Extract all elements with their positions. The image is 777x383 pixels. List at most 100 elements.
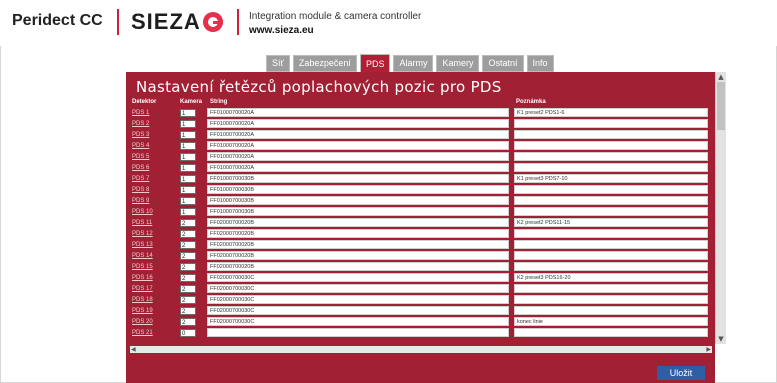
camera-input[interactable]: 2: [180, 285, 196, 293]
camera-input[interactable]: 0: [180, 329, 196, 337]
camera-input[interactable]: 1: [180, 164, 196, 172]
detector-link[interactable]: PDS 15: [132, 262, 176, 272]
detector-link[interactable]: PDS 18: [132, 295, 176, 305]
detector-link[interactable]: PDS 14: [132, 251, 176, 261]
detector-link[interactable]: PDS 3: [132, 130, 176, 140]
string-input[interactable]: FF01000700020A: [207, 119, 509, 128]
string-input[interactable]: FF02000700030C: [207, 317, 509, 326]
detector-link[interactable]: PDS 10: [132, 207, 176, 217]
camera-input[interactable]: 1: [180, 131, 196, 139]
detector-link[interactable]: PDS 2: [132, 119, 176, 129]
detector-link[interactable]: PDS 1: [132, 108, 176, 118]
note-input[interactable]: [514, 141, 708, 150]
string-input[interactable]: FF02000700020B: [207, 240, 509, 249]
string-input[interactable]: FF01000700020A: [207, 108, 509, 117]
note-input[interactable]: [514, 207, 708, 216]
note-input[interactable]: K1 preset3 PDS7-10: [514, 174, 708, 183]
camera-input[interactable]: 2: [180, 252, 196, 260]
string-input[interactable]: FF01000700030B: [207, 174, 509, 183]
string-input[interactable]: FF01000700020A: [207, 141, 509, 150]
tab-zabezpečení[interactable]: Zabezpečení: [292, 55, 357, 72]
detector-link[interactable]: PDS 21: [132, 328, 176, 338]
camera-input[interactable]: 2: [180, 241, 196, 249]
string-input[interactable]: FF01000700020A: [207, 163, 509, 172]
note-input[interactable]: [514, 119, 708, 128]
detector-link[interactable]: PDS 11: [132, 218, 176, 228]
camera-input[interactable]: 1: [180, 175, 196, 183]
note-input[interactable]: [514, 163, 708, 172]
triangle-right-icon[interactable]: ▶: [706, 346, 711, 353]
note-input[interactable]: [514, 240, 708, 249]
string-input[interactable]: FF01000700030B: [207, 196, 509, 205]
camera-input[interactable]: 1: [180, 120, 196, 128]
note-input[interactable]: [514, 306, 708, 315]
detector-link[interactable]: PDS 19: [132, 306, 176, 316]
string-input[interactable]: FF02000700020B: [207, 262, 509, 271]
camera-input[interactable]: 1: [180, 208, 196, 216]
triangle-down-icon[interactable]: ▼: [717, 335, 725, 343]
note-input[interactable]: [514, 295, 708, 304]
triangle-up-icon[interactable]: ▲: [717, 73, 725, 81]
camera-input[interactable]: 1: [180, 153, 196, 161]
string-input[interactable]: FF01000700030B: [207, 207, 509, 216]
note-input[interactable]: [514, 262, 708, 271]
note-input[interactable]: K2 preset2 PDS11-15: [514, 218, 708, 227]
string-input[interactable]: FF01000700020A: [207, 130, 509, 139]
detector-link[interactable]: PDS 9: [132, 196, 176, 206]
camera-input[interactable]: 2: [180, 274, 196, 282]
triangle-left-icon[interactable]: ◀: [131, 346, 136, 353]
camera-input[interactable]: 1: [180, 197, 196, 205]
note-input[interactable]: [514, 251, 708, 260]
camera-input[interactable]: 2: [180, 263, 196, 271]
tab-síť[interactable]: Síť: [266, 55, 290, 72]
tab-alarmy[interactable]: Alarmy: [393, 55, 434, 72]
camera-input[interactable]: 2: [180, 307, 196, 315]
string-input[interactable]: FF02000700030C: [207, 295, 509, 304]
detector-link[interactable]: PDS 20: [132, 317, 176, 327]
string-input[interactable]: FF02000700030C: [207, 306, 509, 315]
string-input[interactable]: FF02000700030C: [207, 284, 509, 293]
horizontal-scrollbar[interactable]: ◀ ▶: [130, 346, 712, 353]
detector-link[interactable]: PDS 16: [132, 273, 176, 283]
column-header-poznamka: Poznámka: [516, 99, 546, 105]
tab-ostatní[interactable]: Ostatní: [482, 55, 524, 72]
camera-input[interactable]: 2: [180, 219, 196, 227]
tab-pds[interactable]: PDS: [359, 54, 391, 73]
camera-input[interactable]: 2: [180, 296, 196, 304]
string-input[interactable]: FF02000700020B: [207, 218, 509, 227]
detector-link[interactable]: PDS 8: [132, 185, 176, 195]
detector-link[interactable]: PDS 5: [132, 152, 176, 162]
camera-input[interactable]: 2: [180, 318, 196, 326]
detector-link[interactable]: PDS 6: [132, 163, 176, 173]
camera-input[interactable]: 1: [180, 142, 196, 150]
detector-link[interactable]: PDS 13: [132, 240, 176, 250]
string-input[interactable]: FF02000700030C: [207, 273, 509, 282]
note-input[interactable]: [514, 196, 708, 205]
detector-link[interactable]: PDS 17: [132, 284, 176, 294]
save-button[interactable]: Uložit: [657, 366, 705, 380]
scrollbar-thumb[interactable]: [717, 82, 725, 130]
note-input[interactable]: K2 preset3 PDS16-20: [514, 273, 708, 282]
camera-input[interactable]: 2: [180, 230, 196, 238]
camera-input[interactable]: 1: [180, 109, 196, 117]
note-input[interactable]: [514, 185, 708, 194]
note-input[interactable]: [514, 284, 708, 293]
string-input[interactable]: FF01000700020A: [207, 152, 509, 161]
note-input[interactable]: [514, 328, 708, 337]
tab-info[interactable]: Info: [526, 55, 554, 72]
note-input[interactable]: [514, 229, 708, 238]
tab-kamery[interactable]: Kamery: [436, 55, 480, 72]
detector-link[interactable]: PDS 4: [132, 141, 176, 151]
camera-input[interactable]: 1: [180, 186, 196, 194]
detector-link[interactable]: PDS 12: [132, 229, 176, 239]
vertical-scrollbar[interactable]: ▲ ▼: [715, 72, 726, 344]
string-input[interactable]: [207, 328, 509, 337]
string-input[interactable]: FF02000700020B: [207, 251, 509, 260]
string-input[interactable]: FF02000700020B: [207, 229, 509, 238]
detector-link[interactable]: PDS 7: [132, 174, 176, 184]
note-input[interactable]: [514, 130, 708, 139]
note-input[interactable]: [514, 152, 708, 161]
string-input[interactable]: FF01000700030B: [207, 185, 509, 194]
note-input[interactable]: K1 preset2 PDS1-6: [514, 108, 708, 117]
note-input[interactable]: konec linie: [514, 317, 708, 326]
